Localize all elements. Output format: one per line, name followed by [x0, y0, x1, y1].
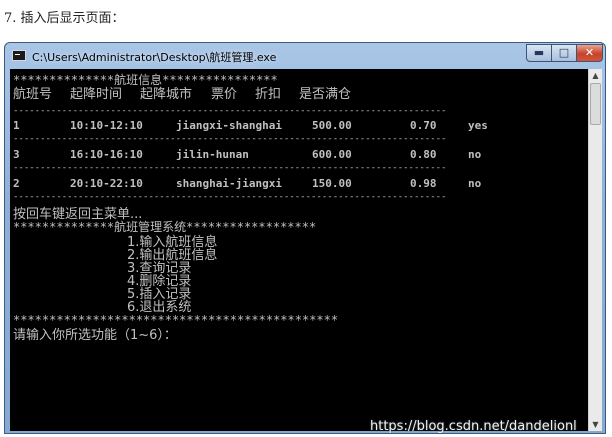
- col-header-time: 起降时间: [70, 87, 123, 102]
- row-2-city: jilin-hunan: [176, 148, 249, 161]
- row-1-time: 10:10-12:10: [70, 119, 143, 132]
- row-1-flight-no: 1: [13, 119, 20, 132]
- console-output[interactable]: **************航班信息**************** 航班号 起…: [10, 69, 588, 431]
- maximize-button[interactable]: □: [551, 44, 577, 62]
- scroll-down-arrow-icon[interactable]: ▼: [589, 418, 602, 431]
- separator: ----------------------------------------…: [13, 163, 447, 173]
- watermark: https://blog.csdn.net/dandelionl: [370, 419, 577, 434]
- col-header-price: 票价: [211, 87, 238, 102]
- row-3-time: 20:10-22:10: [70, 177, 143, 190]
- row-1-full: yes: [468, 119, 488, 132]
- input-prompt[interactable]: 请输入你所选功能（1~6）：: [13, 324, 177, 343]
- vertical-scrollbar[interactable]: ▲ ▼: [588, 69, 602, 431]
- row-1-city: jiangxi-shanghai: [176, 119, 282, 132]
- separator: ----------------------------------------…: [13, 134, 447, 144]
- row-2-full: no: [468, 148, 482, 161]
- row-3-city: shanghai-jiangxi: [176, 177, 282, 190]
- col-header-flight-no: 航班号: [13, 87, 53, 102]
- row-3-price: 150.00: [312, 177, 352, 190]
- row-3-discount: 0.98: [410, 177, 437, 190]
- separator: ----------------------------------------…: [13, 106, 447, 116]
- window-title: C:\Users\Administrator\Desktop\航班管理.exe: [32, 51, 277, 64]
- row-2-discount: 0.80: [410, 148, 437, 161]
- close-button[interactable]: ✕: [576, 44, 603, 62]
- page-caption: 7. 插入后显示页面：: [4, 11, 125, 26]
- row-1-discount: 0.70: [410, 119, 437, 132]
- row-1-price: 500.00: [312, 119, 352, 132]
- console-app-icon[interactable]: [12, 50, 26, 61]
- console-window: C:\Users\Administrator\Desktop\航班管理.exe …: [4, 42, 606, 434]
- scrollbar-thumb[interactable]: [590, 83, 601, 125]
- row-3-full: no: [468, 177, 482, 190]
- row-2-price: 600.00: [312, 148, 352, 161]
- scroll-up-arrow-icon[interactable]: ▲: [589, 69, 602, 82]
- row-3-flight-no: 2: [13, 177, 20, 190]
- col-header-discount: 折扣: [255, 87, 282, 102]
- row-2-time: 16:10-16:10: [70, 148, 143, 161]
- separator: ----------------------------------------…: [13, 192, 447, 202]
- col-header-city: 起降城市: [140, 87, 193, 102]
- col-header-full: 是否满仓: [299, 87, 352, 102]
- row-2-flight-no: 3: [13, 148, 20, 161]
- minimize-button[interactable]: ▬: [526, 44, 552, 62]
- title-bar[interactable]: C:\Users\Administrator\Desktop\航班管理.exe …: [5, 43, 605, 69]
